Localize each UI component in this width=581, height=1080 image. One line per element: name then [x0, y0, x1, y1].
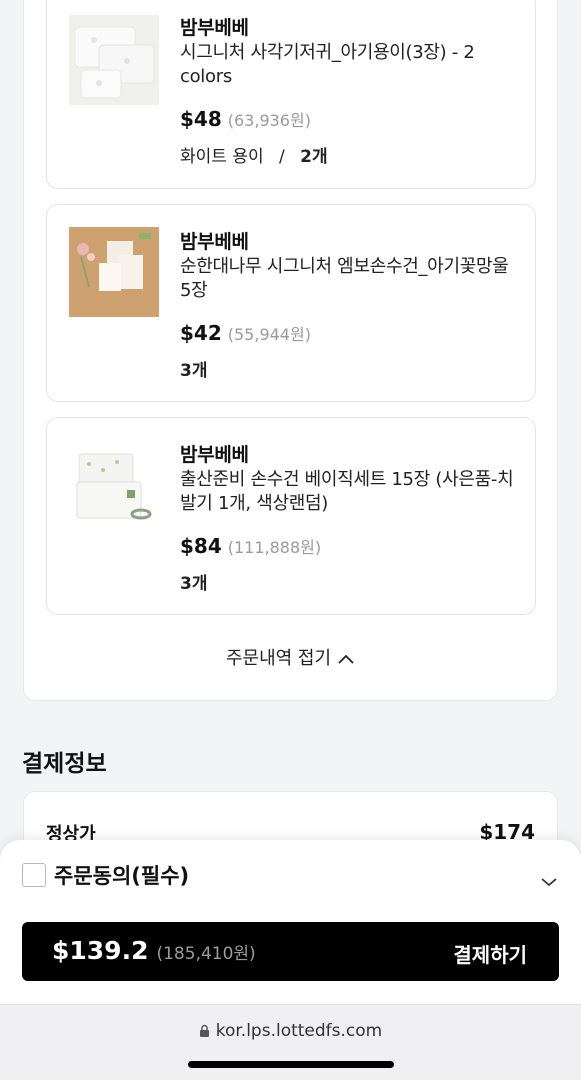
collapse-order-button[interactable]: 주문내역 접기	[0, 644, 581, 670]
agree-checkbox[interactable]	[22, 863, 46, 887]
total-usd: $139.2	[52, 936, 149, 965]
browser-url-bar[interactable]: kor.lps.lottedfs.com	[0, 1004, 581, 1080]
order-item[interactable]: 밤부베베 출산준비 손수건 베이직세트 15장 (사은품-치발기 1개, 색상랜…	[46, 417, 536, 615]
pay-button[interactable]: $139.2 (185,410원) 결제하기	[22, 922, 559, 981]
price-usd: $84	[180, 534, 222, 558]
lock-icon	[199, 1023, 210, 1043]
item-quantity: 2개	[300, 147, 328, 167]
price: $42 (55,944원)	[180, 321, 311, 345]
total-krw: (185,410원)	[156, 944, 256, 964]
product-name: 순한대나무 시그니처 엠보손수건_아기꽃망울 5장	[180, 256, 509, 301]
price-krw: (111,888원)	[227, 538, 322, 557]
product-name: 시그니처 사각기저귀_아기용이(3장) - 2 colors	[180, 42, 475, 87]
collapse-label: 주문내역 접기	[225, 648, 332, 669]
item-option: 3개	[180, 356, 207, 381]
product-name: 출산준비 손수건 베이직세트 15장 (사은품-치발기 1개, 색상랜덤)	[180, 469, 514, 514]
price-krw: (63,936원)	[227, 111, 311, 130]
order-agreement[interactable]: 주문동의(필수)	[22, 862, 189, 888]
item-option: 3개	[180, 569, 207, 594]
brand-name: 밤부베베	[180, 444, 249, 466]
address[interactable]: kor.lps.lottedfs.com	[0, 1021, 581, 1043]
pay-total: $139.2 (185,410원)	[52, 936, 256, 965]
option-separator: /	[279, 147, 285, 167]
price-krw: (55,944원)	[227, 325, 311, 344]
home-indicator	[188, 1061, 394, 1068]
chevron-down-icon[interactable]	[541, 872, 557, 891]
pay-button-label: 결제하기	[453, 943, 527, 967]
payment-section-title: 결제정보	[22, 751, 107, 777]
product-image	[69, 227, 159, 317]
item-option: 화이트 용이 / 2개	[180, 142, 328, 167]
url-text: kor.lps.lottedfs.com	[215, 1021, 383, 1041]
option-color: 화이트 용이	[180, 147, 264, 167]
order-item[interactable]: 밤부베베 시그니처 사각기저귀_아기용이(3장) - 2 colors $48 (…	[46, 0, 536, 189]
chevron-up-icon	[331, 648, 355, 669]
item-quantity: 3개	[180, 574, 208, 594]
price-usd: $48	[180, 107, 222, 131]
agree-label: 주문동의(필수)	[54, 864, 190, 888]
brand-name: 밤부베베	[180, 17, 249, 39]
product-image	[69, 15, 159, 105]
price: $48 (63,936원)	[180, 107, 311, 131]
price: $84 (111,888원)	[180, 534, 321, 558]
checkout-sheet: 주문동의(필수) $139.2 (185,410원) 결제하기	[0, 840, 581, 1010]
item-quantity: 3개	[180, 361, 208, 381]
order-item[interactable]: 밤부베베 순한대나무 시그니처 엠보손수건_아기꽃망울 5장 $42 (55,94…	[46, 204, 536, 402]
product-image	[69, 440, 159, 530]
price-usd: $42	[180, 321, 222, 345]
brand-name: 밤부베베	[180, 231, 249, 253]
